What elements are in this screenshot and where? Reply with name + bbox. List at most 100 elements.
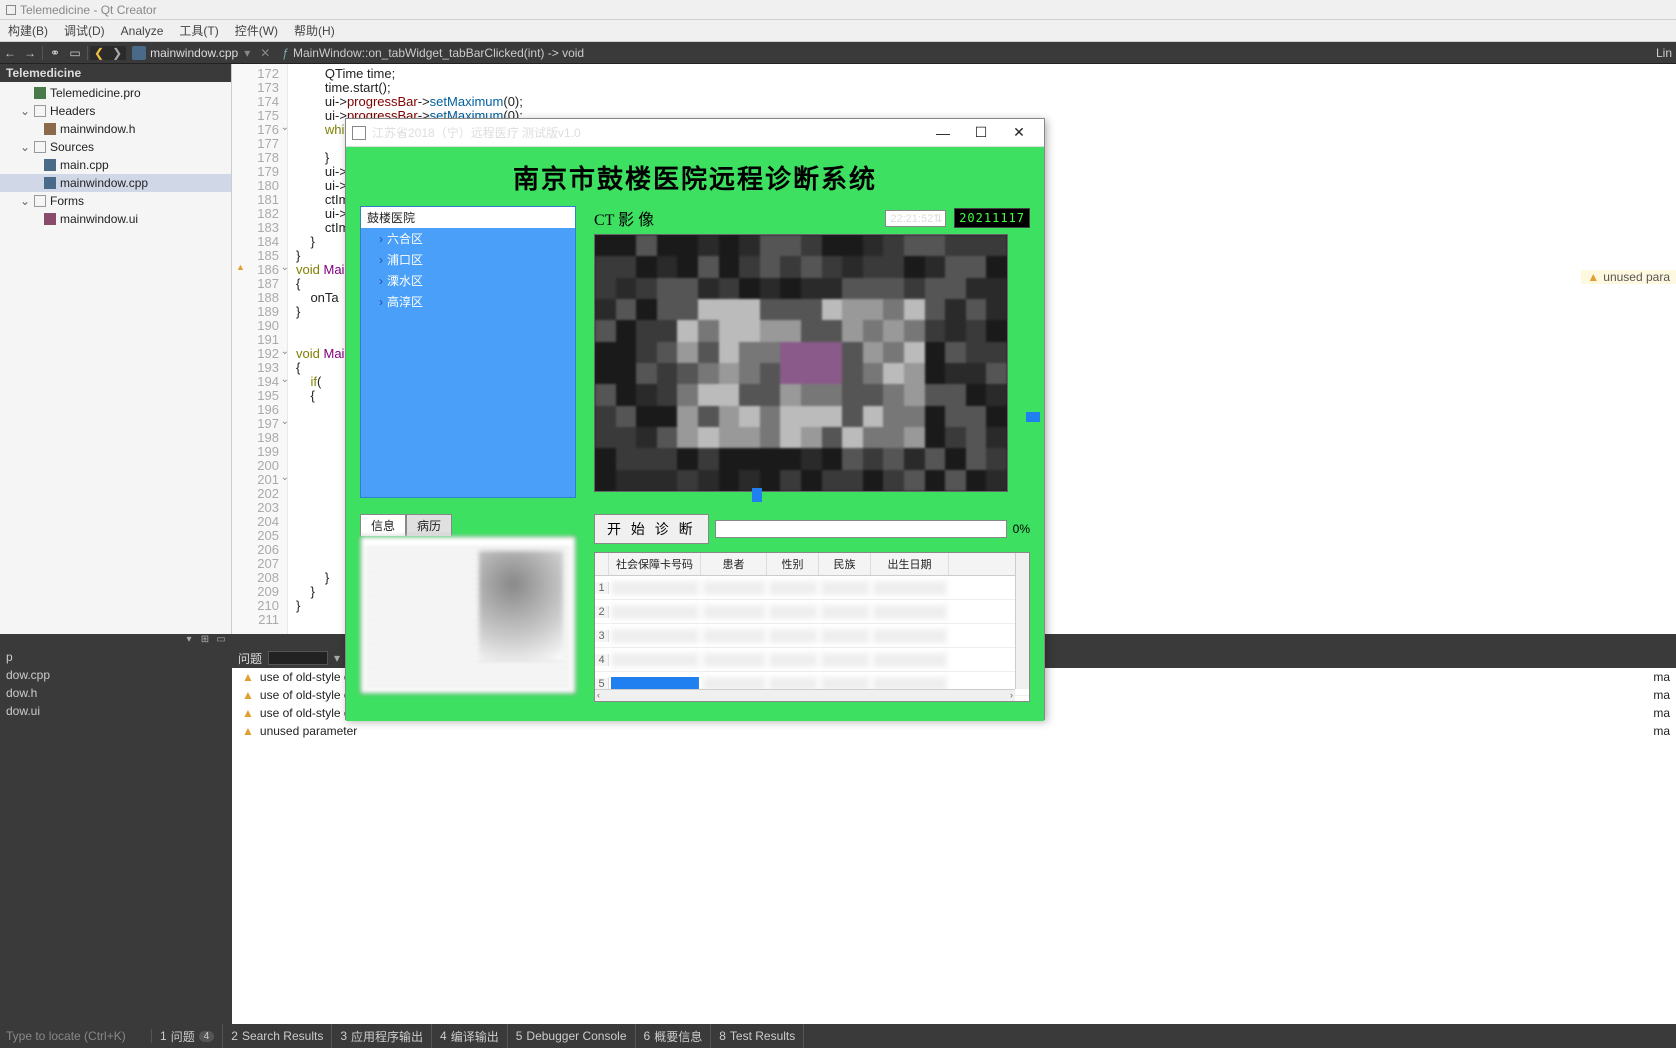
status-tab[interactable]: 4编译输出 xyxy=(432,1024,508,1048)
back-icon[interactable]: ← xyxy=(0,44,20,62)
status-tab[interactable]: 1问题4 xyxy=(152,1024,223,1048)
tree-item[interactable]: ›高淳区 xyxy=(361,291,575,312)
status-tab[interactable]: 3应用程序输出 xyxy=(332,1024,432,1048)
menu-item[interactable]: 调试(D) xyxy=(56,22,113,39)
tree-root[interactable]: 鼓楼医院 xyxy=(361,207,575,228)
separator xyxy=(42,46,43,60)
tab-history[interactable]: 病历 xyxy=(406,514,452,536)
link-icon[interactable]: ⚭ xyxy=(45,44,65,62)
status-tab[interactable]: 6概要信息 xyxy=(636,1024,712,1048)
status-bar: Type to locate (Ctrl+K) 1问题42Search Resu… xyxy=(0,1024,1676,1048)
h-icon xyxy=(44,123,56,135)
open-doc-item[interactable]: dow.cpp xyxy=(0,666,232,684)
open-doc-item[interactable]: p xyxy=(0,648,232,666)
project-sidebar: Telemedicine Telemedicine.pro⌄Headersmai… xyxy=(0,64,232,634)
cpp-icon xyxy=(44,159,56,171)
close-file-icon[interactable]: ✕ xyxy=(260,46,270,60)
project-tree: Telemedicine.pro⌄Headersmainwindow.h⌄Sou… xyxy=(0,82,231,230)
tree-item[interactable]: ›六合区 xyxy=(361,228,575,249)
progress-bar xyxy=(715,520,1007,538)
table-vscrollbar[interactable] xyxy=(1015,553,1029,689)
fold-icon xyxy=(34,141,46,153)
ct-image-viewer[interactable] xyxy=(594,234,1008,492)
issue-row[interactable]: ▲unused parameterma xyxy=(232,722,1676,740)
crumb-sep: ▾ xyxy=(244,46,250,60)
project-tree-item[interactable]: ⌄Headers xyxy=(0,102,231,120)
dialog-window-title: 江苏省2018（宁）远程医疗 测试版v1.0 xyxy=(372,124,581,141)
fold-icon xyxy=(34,195,46,207)
cpp-file-icon xyxy=(132,46,146,60)
close-pane-icon[interactable]: ▭ xyxy=(214,634,228,646)
menu-item[interactable]: 控件(W) xyxy=(227,22,286,39)
hospital-tree[interactable]: 鼓楼医院 ›六合区›浦口区›溧水区›高淳区 xyxy=(360,206,576,498)
status-tabs: 1问题42Search Results3应用程序输出4编译输出5Debugger… xyxy=(152,1024,804,1048)
prev-icon[interactable]: ❮ xyxy=(90,46,108,60)
table-row[interactable]: 2 xyxy=(595,600,1029,624)
col-gender[interactable]: 性别 xyxy=(767,553,819,575)
tab-info[interactable]: 信息 xyxy=(360,514,406,536)
col-ssn[interactable]: 社会保障卡号码 xyxy=(609,553,701,575)
inline-warning: unused para xyxy=(1581,270,1676,284)
table-row[interactable]: 3 xyxy=(595,624,1029,648)
menu-item[interactable]: 帮助(H) xyxy=(286,22,343,39)
menu-item[interactable]: Analyze xyxy=(113,24,172,38)
cpp-icon xyxy=(44,177,56,189)
status-tab[interactable]: 8Test Results xyxy=(711,1024,804,1048)
project-tree-item[interactable]: Telemedicine.pro xyxy=(0,84,231,102)
menu-item[interactable]: 工具(T) xyxy=(171,22,226,39)
line-gutter: 1721731741751761771781791801811821831841… xyxy=(232,64,288,634)
ui-icon xyxy=(44,213,56,225)
table-row[interactable]: 4 xyxy=(595,648,1029,672)
col-dob[interactable]: 出生日期 xyxy=(871,553,949,575)
tree-item[interactable]: ›溧水区 xyxy=(361,270,575,291)
crumb-filename: mainwindow.cpp xyxy=(150,46,238,60)
issues-title: 问题 xyxy=(238,650,262,667)
project-tree-item[interactable]: mainwindow.h xyxy=(0,120,231,138)
col-ethnic[interactable]: 民族 xyxy=(819,553,871,575)
tree-item[interactable]: ›浦口区 xyxy=(361,249,575,270)
dialog-title: 南京市鼓楼医院远程诊断系统 xyxy=(360,155,1030,206)
table-row[interactable]: 1 xyxy=(595,576,1029,600)
file-crumb[interactable]: mainwindow.cpp xyxy=(126,46,244,60)
table-hscrollbar[interactable]: ‹› xyxy=(595,689,1015,701)
status-tab[interactable]: 2Search Results xyxy=(223,1024,332,1048)
id-card-preview xyxy=(360,536,576,694)
project-header: Telemedicine xyxy=(0,64,231,82)
menu-item[interactable]: 构建(B) xyxy=(0,22,56,39)
maximize-button[interactable]: ☐ xyxy=(962,119,1000,147)
vertical-slider-thumb[interactable] xyxy=(1026,412,1040,422)
next-icon[interactable]: ❯ xyxy=(108,46,126,60)
project-tree-item[interactable]: mainwindow.cpp xyxy=(0,174,231,192)
dialog-body: 南京市鼓楼医院远程诊断系统 鼓楼医院 ›六合区›浦口区›溧水区›高淳区 CT 影… xyxy=(346,147,1044,721)
split-h-icon[interactable]: ⊞ xyxy=(198,634,212,646)
split-icon[interactable]: ▭ xyxy=(65,44,85,62)
close-button[interactable]: ✕ xyxy=(1000,119,1038,147)
horizontal-slider-thumb[interactable] xyxy=(752,488,762,502)
forward-icon[interactable]: → xyxy=(20,44,40,62)
filter-icon[interactable]: ▾ xyxy=(182,634,196,646)
crumb-right: Lin xyxy=(1656,46,1676,60)
locator-input[interactable]: Type to locate (Ctrl+K) xyxy=(0,1029,152,1043)
project-tree-item[interactable]: mainwindow.ui xyxy=(0,210,231,228)
dropdown-icon[interactable]: ▾ xyxy=(334,651,340,665)
minimize-button[interactable]: — xyxy=(924,119,962,147)
ct-label: CT 影 像 xyxy=(594,206,654,230)
start-diagnosis-button[interactable]: 开 始 诊 断 xyxy=(594,514,709,544)
issues-filter-input[interactable] xyxy=(268,651,328,665)
project-tree-item[interactable]: ⌄Forms xyxy=(0,192,231,210)
table-header: 社会保障卡号码 患者 性别 民族 出生日期 xyxy=(595,553,1029,576)
patient-table[interactable]: 社会保障卡号码 患者 性别 民族 出生日期 12345 ‹› xyxy=(594,552,1030,702)
crumb-function[interactable]: MainWindow::on_tabWidget_tabBarClicked(i… xyxy=(289,46,588,60)
progress-percent: 0% xyxy=(1013,522,1030,536)
time-display[interactable]: 22:21:52⇅ xyxy=(885,210,946,227)
window-title: Telemedicine - Qt Creator xyxy=(20,3,157,17)
open-doc-item[interactable]: dow.h xyxy=(0,684,232,702)
project-tree-item[interactable]: ⌄Sources xyxy=(0,138,231,156)
status-tab[interactable]: 5Debugger Console xyxy=(508,1024,636,1048)
pro-icon xyxy=(34,87,46,99)
function-icon: ƒ xyxy=(282,46,289,60)
project-tree-item[interactable]: main.cpp xyxy=(0,156,231,174)
open-doc-item[interactable]: dow.ui xyxy=(0,702,232,720)
editor-toolbar: ← → ⚭ ▭ ❮ ❯ mainwindow.cpp ▾ ✕ ƒ MainWin… xyxy=(0,42,1676,64)
col-patient[interactable]: 患者 xyxy=(701,553,767,575)
